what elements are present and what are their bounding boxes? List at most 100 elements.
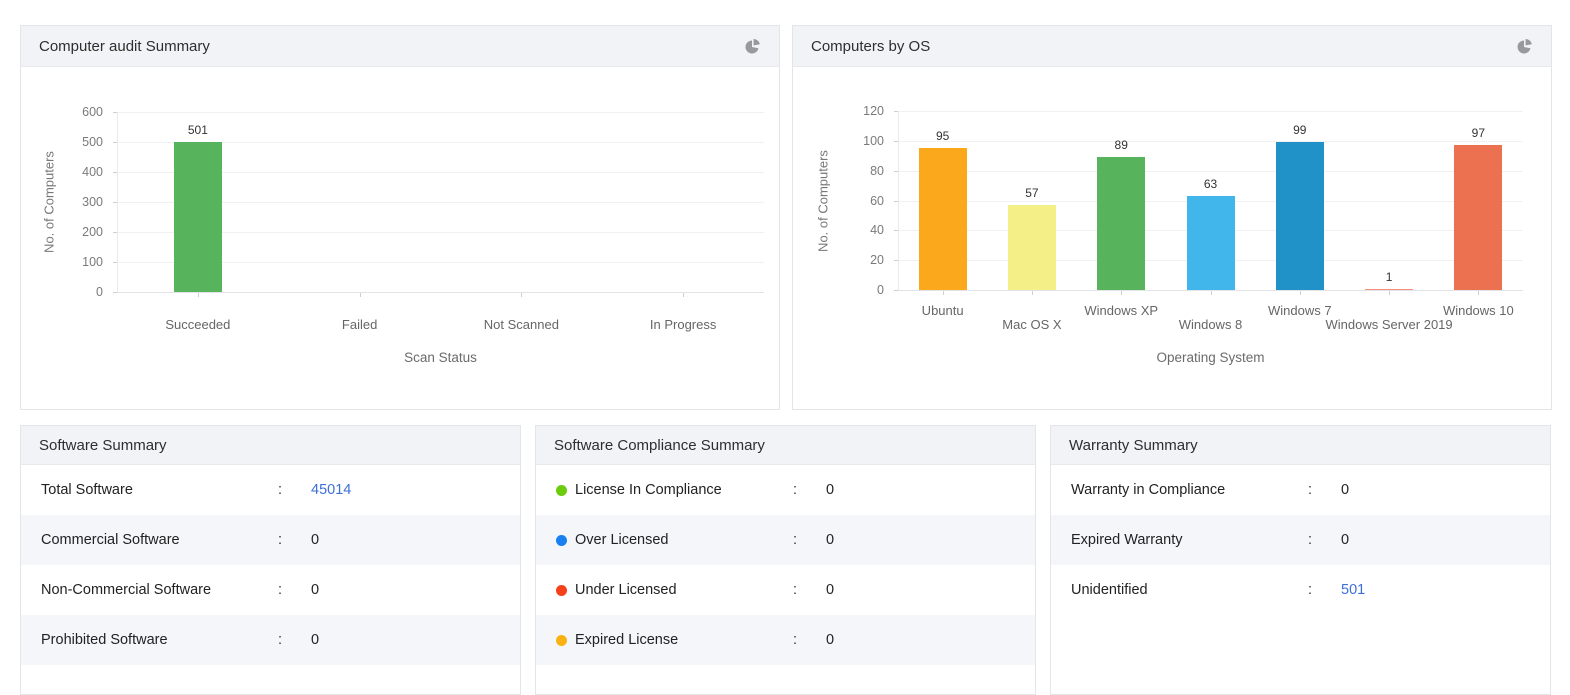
status-dot xyxy=(556,635,567,646)
bar-value-windows-7: 99 xyxy=(1293,123,1306,137)
card-header: Computers by OS xyxy=(793,26,1551,67)
colon-separator: : xyxy=(1308,482,1341,498)
card-title: Computer audit Summary xyxy=(39,38,210,55)
x-tick-label-not-scanned: Not Scanned xyxy=(484,317,559,332)
y-axis-line xyxy=(898,111,899,290)
y-tick-label: 100 xyxy=(21,255,103,269)
y-tick-mark xyxy=(894,290,898,291)
x-tick-label-windows-8: Windows 8 xyxy=(1179,317,1243,332)
bar-windows-8[interactable] xyxy=(1187,196,1235,290)
summary-value-link[interactable]: 45014 xyxy=(311,482,351,498)
y-tick-label: 200 xyxy=(21,225,103,239)
bar-ubuntu[interactable] xyxy=(919,148,967,290)
x-tick-mark xyxy=(1121,291,1122,295)
card-title: Software Compliance Summary xyxy=(554,437,765,454)
bar-value-windows-8: 63 xyxy=(1204,177,1217,191)
bar-windows-server-2019[interactable] xyxy=(1365,289,1413,291)
bar-value-succeeded: 501 xyxy=(188,123,208,137)
y-tick-label: 0 xyxy=(21,285,103,299)
gridline xyxy=(117,112,764,113)
bar-windows-7[interactable] xyxy=(1276,142,1324,290)
x-tick-label-mac-os-x: Mac OS X xyxy=(1002,317,1061,332)
x-tick-mark xyxy=(1032,291,1033,295)
x-tick-mark xyxy=(521,293,522,297)
colon-separator: : xyxy=(278,582,311,598)
x-axis-title: Scan Status xyxy=(404,350,477,365)
colon-separator: : xyxy=(278,532,311,548)
summary-row: Over Licensed:0 xyxy=(536,515,1035,565)
summary-row-value: 0 xyxy=(826,482,834,498)
colon-separator: : xyxy=(1308,532,1341,548)
gridline xyxy=(898,141,1523,142)
y-tick-label: 300 xyxy=(21,195,103,209)
summary-row-value: 0 xyxy=(311,582,319,598)
colon-separator: : xyxy=(278,482,311,498)
y-axis-line xyxy=(117,112,118,292)
bar-succeeded[interactable] xyxy=(174,142,222,292)
summary-row-value: 0 xyxy=(826,582,834,598)
y-tick-label: 20 xyxy=(793,253,884,267)
top-card-row: Computer audit Summary No. of Computers0… xyxy=(20,25,1552,410)
computer-audit-summary-card: Computer audit Summary No. of Computers0… xyxy=(20,25,780,410)
summary-row: License In Compliance:0 xyxy=(536,465,1035,515)
y-tick-label: 400 xyxy=(21,165,103,179)
computers-by-os-card: Computers by OS No. of Computers02040608… xyxy=(792,25,1552,410)
card-title: Software Summary xyxy=(39,437,167,454)
summary-row-label: Expired License xyxy=(575,632,793,648)
summary-row-label: Non-Commercial Software xyxy=(41,582,278,598)
summary-value-link[interactable]: 501 xyxy=(1341,582,1365,598)
software-compliance-table: License In Compliance:0Over Licensed:0Un… xyxy=(536,465,1035,665)
summary-row: Expired Warranty:0 xyxy=(1051,515,1550,565)
x-tick-label-ubuntu: Ubuntu xyxy=(922,303,964,318)
warranty-summary-table: Warranty in Compliance:0Expired Warranty… xyxy=(1051,465,1550,615)
summary-row: Warranty in Compliance:0 xyxy=(1051,465,1550,515)
summary-row-label: Prohibited Software xyxy=(41,632,278,648)
bar-value-windows-server-2019: 1 xyxy=(1386,270,1393,284)
y-tick-label: 40 xyxy=(793,223,884,237)
y-tick-label: 0 xyxy=(793,283,884,297)
bar-windows-10[interactable] xyxy=(1454,145,1502,290)
warranty-summary-card: Warranty Summary Warranty in Compliance:… xyxy=(1050,425,1551,695)
bar-value-mac-os-x: 57 xyxy=(1025,186,1038,200)
pie-chart-icon[interactable] xyxy=(1516,38,1533,55)
summary-row: Under Licensed:0 xyxy=(536,565,1035,615)
colon-separator: : xyxy=(793,632,826,648)
summary-row: Expired License:0 xyxy=(536,615,1035,665)
bar-mac-os-x[interactable] xyxy=(1008,205,1056,290)
colon-separator: : xyxy=(793,582,826,598)
colon-separator: : xyxy=(278,632,311,648)
bottom-card-row: Software Summary Total Software:45014Com… xyxy=(20,425,1551,695)
status-dot xyxy=(556,485,567,496)
software-summary-card: Software Summary Total Software:45014Com… xyxy=(20,425,521,695)
summary-row: Prohibited Software:0 xyxy=(21,615,520,665)
x-tick-mark xyxy=(683,293,684,297)
x-axis-title: Operating System xyxy=(1156,350,1264,365)
summary-row-value: 0 xyxy=(1341,482,1349,498)
colon-separator: : xyxy=(1308,582,1341,598)
summary-row-label: Under Licensed xyxy=(575,582,793,598)
summary-row-value: 0 xyxy=(826,632,834,648)
y-tick-label: 60 xyxy=(793,194,884,208)
summary-row-label: Warranty in Compliance xyxy=(1071,482,1308,498)
summary-row-label: Unidentified xyxy=(1071,582,1308,598)
x-tick-mark xyxy=(1211,291,1212,295)
x-tick-label-failed: Failed xyxy=(342,317,377,332)
y-tick-label: 500 xyxy=(21,135,103,149)
x-tick-label-succeeded: Succeeded xyxy=(165,317,230,332)
scan-status-bar-chart: No. of Computers0100200300400500600Succe… xyxy=(21,67,779,410)
card-header: Software Compliance Summary xyxy=(536,426,1035,465)
y-tick-label: 100 xyxy=(793,134,884,148)
summary-row-label: License In Compliance xyxy=(575,482,793,498)
pie-chart-icon[interactable] xyxy=(744,38,761,55)
colon-separator: : xyxy=(793,532,826,548)
card-header: Software Summary xyxy=(21,426,520,465)
card-title: Computers by OS xyxy=(811,38,930,55)
bar-value-windows-10: 97 xyxy=(1472,126,1485,140)
x-tick-mark xyxy=(198,293,199,297)
summary-row: Commercial Software:0 xyxy=(21,515,520,565)
y-tick-label: 80 xyxy=(793,164,884,178)
summary-row-label: Total Software xyxy=(41,482,278,498)
bar-windows-xp[interactable] xyxy=(1097,157,1145,290)
x-tick-label-in-progress: In Progress xyxy=(650,317,716,332)
colon-separator: : xyxy=(793,482,826,498)
